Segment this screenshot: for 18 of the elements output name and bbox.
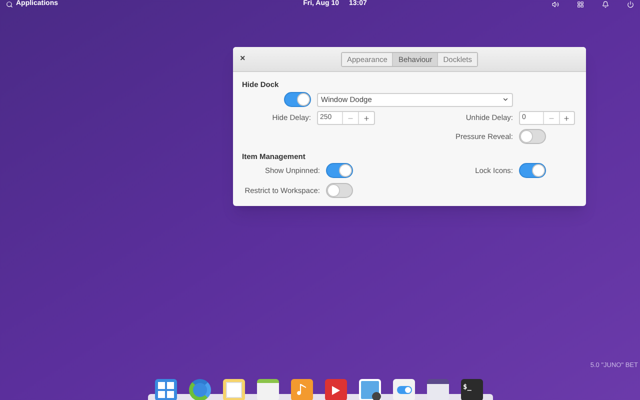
hide-dock-switch[interactable] [284,92,311,107]
lock-icons-switch[interactable] [519,163,546,178]
power-icon[interactable] [627,1,634,8]
search-icon[interactable] [6,1,13,8]
bell-icon[interactable] [602,1,609,8]
pressure-reveal-switch[interactable] [519,129,546,144]
toggle-icon[interactable] [393,379,415,400]
show-unpinned-switch[interactable] [326,163,353,178]
restrict-to-workspace-switch[interactable] [326,183,353,198]
music-note-icon[interactable] [291,379,313,400]
volume-icon[interactable] [552,1,559,8]
caret-icon [502,96,509,103]
network-icon[interactable] [577,1,584,8]
photo-camera-icon[interactable] [359,379,381,400]
play-icon[interactable] [325,379,347,400]
globe-icon[interactable] [189,379,211,400]
windows-icon[interactable] [155,379,177,400]
close-button[interactable]: × [240,53,246,63]
